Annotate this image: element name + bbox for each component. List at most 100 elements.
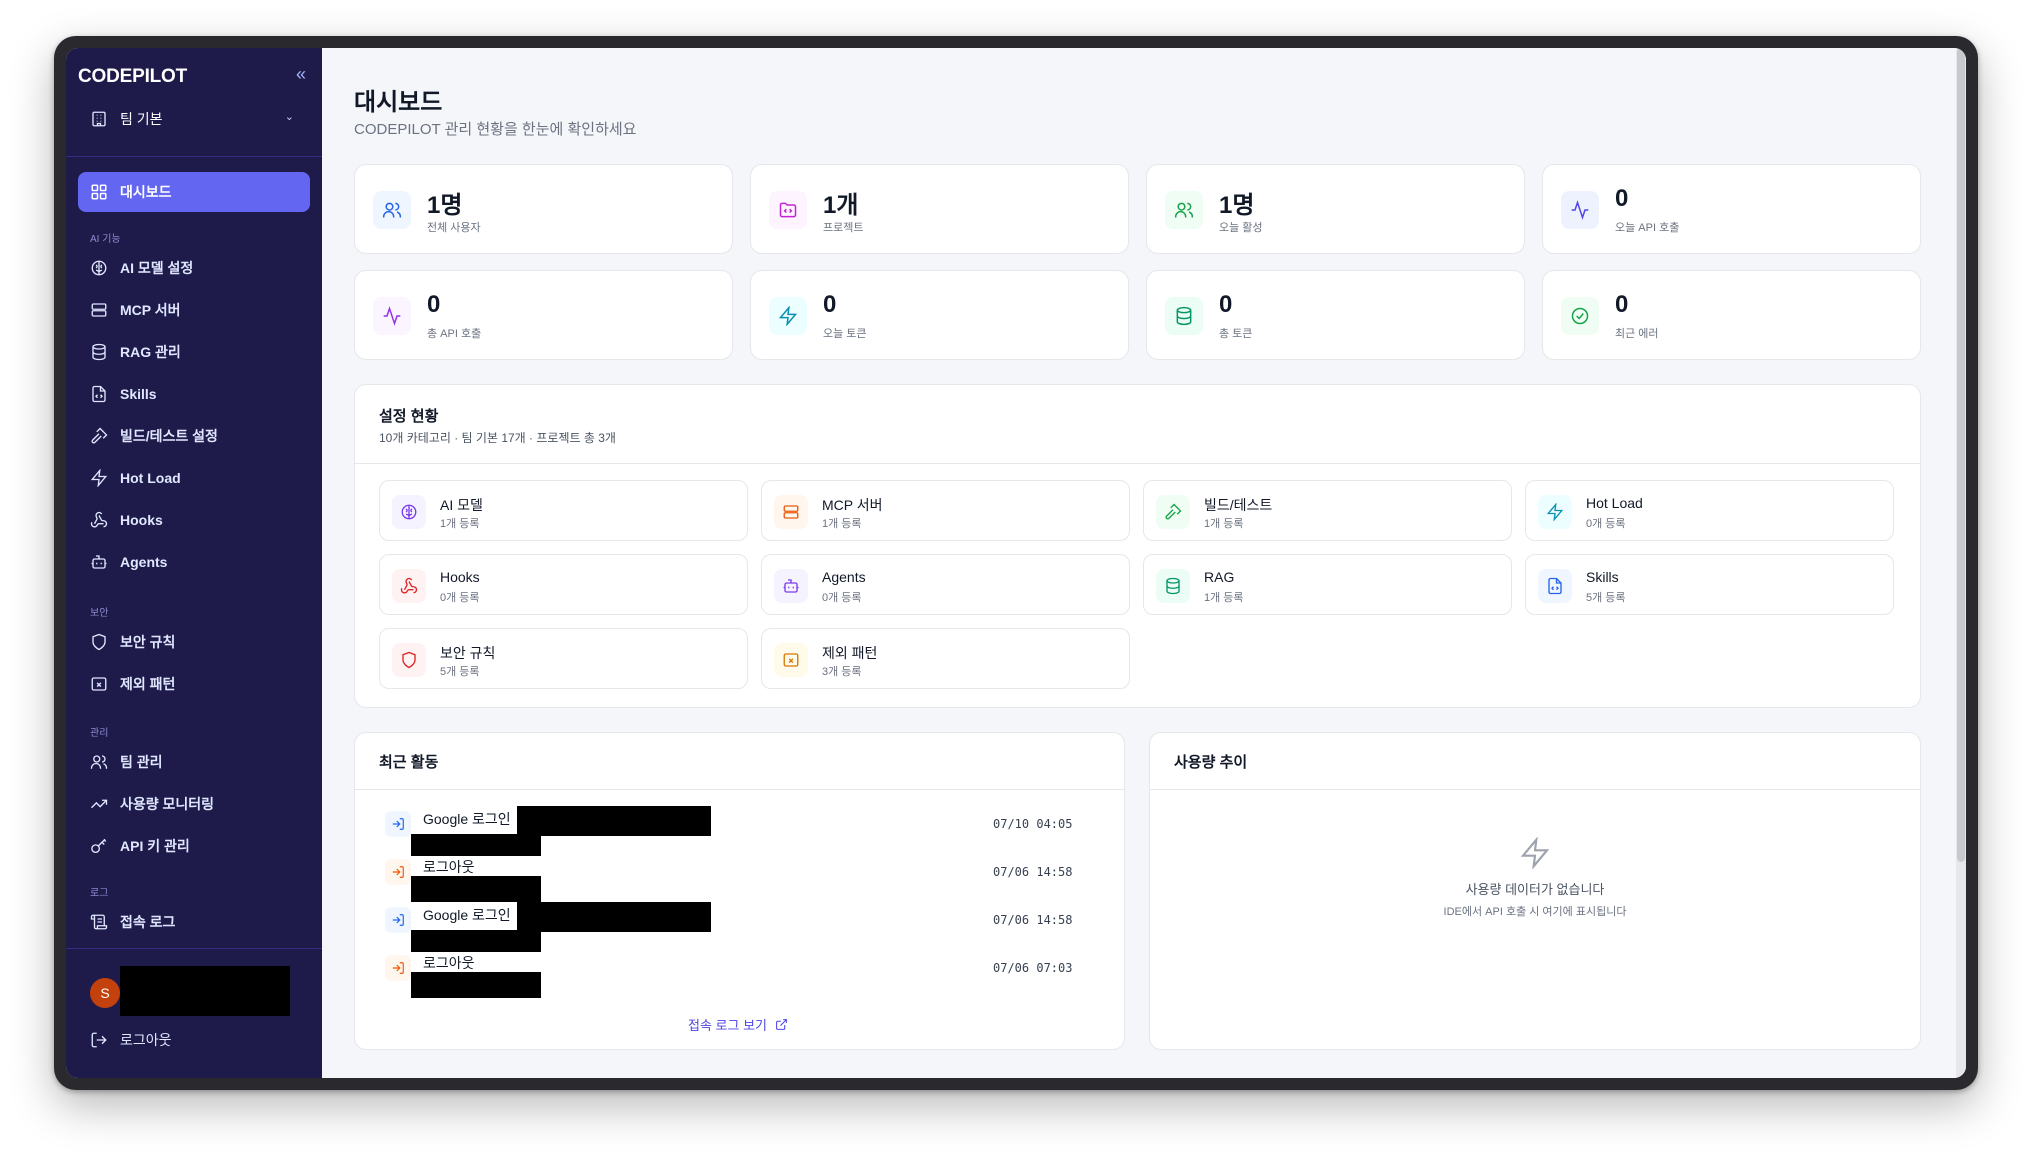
settings-item-agents[interactable]: Agents 0개 등록 — [761, 554, 1130, 615]
sidebar-item-exclude-patterns[interactable]: 제외 패턴 — [78, 664, 310, 704]
sidebar-item-label: Agents — [120, 554, 168, 570]
settings-item-count: 3개 등록 — [822, 666, 862, 678]
sidebar-item-skills[interactable]: Skills — [78, 374, 310, 414]
activity-text: Google 로그인 — [423, 811, 511, 827]
sidebar-item-label: Hot Load — [120, 470, 181, 486]
users-icon — [90, 755, 108, 769]
scrollbar-thumb[interactable] — [1957, 48, 1965, 862]
sidebar-item-api-keys[interactable]: API 키 관리 — [78, 826, 310, 866]
settings-item-skills[interactable]: Skills 5개 등록 — [1525, 554, 1894, 615]
sidebar-item-hooks[interactable]: Hooks — [78, 500, 310, 540]
sidebar-item-label: MCP 서버 — [120, 302, 181, 318]
panel-title: 설정 현황 — [379, 408, 439, 425]
zap-icon — [1150, 836, 1920, 874]
main-content: 대시보드 CODEPILOT 관리 현황을 한눈에 확인하세요 1명 전체 사용… — [322, 48, 1966, 1078]
sidebar-item-mcp-server[interactable]: MCP 서버 — [78, 290, 310, 330]
activity-text: 로그아웃 — [423, 955, 475, 971]
sidebar-item-hot-load[interactable]: Hot Load — [78, 458, 310, 498]
settings-item-name: Hooks — [440, 569, 480, 585]
sidebar-item-label: 접속 로그 — [120, 914, 176, 930]
settings-item-ai-model[interactable]: AI 모델 1개 등록 — [379, 480, 748, 541]
redacted-user-name — [120, 966, 290, 1016]
layout-grid-icon — [91, 184, 107, 200]
settings-item-exclude-patterns[interactable]: 제외 패턴 3개 등록 — [761, 628, 1130, 689]
settings-overview-panel: 설정 현황 10개 카테고리 · 팀 기본 17개 · 프로젝트 총 3개 AI… — [354, 384, 1921, 708]
database-icon — [92, 343, 106, 361]
sidebar-item-team[interactable]: 팀 관리 — [78, 742, 310, 782]
settings-item-name: RAG — [1204, 569, 1235, 585]
settings-item-hooks[interactable]: Hooks 0개 등록 — [379, 554, 748, 615]
sidebar-item-label: 팀 관리 — [120, 754, 163, 770]
settings-item-hot-load[interactable]: Hot Load 0개 등록 — [1525, 480, 1894, 541]
sidebar-item-build-test[interactable]: 빌드/테스트 설정 — [78, 416, 310, 456]
team-selector[interactable]: 팀 기본 ⌄ — [78, 104, 306, 134]
stat-value: 1개 — [823, 192, 859, 219]
stat-value: 0 — [427, 291, 441, 318]
redacted-detail — [411, 972, 541, 998]
webhook-icon — [392, 569, 426, 603]
settings-item-count: 0개 등록 — [1586, 518, 1626, 530]
settings-item-count: 0개 등록 — [440, 592, 480, 604]
settings-item-security-rules[interactable]: 보안 규칙 5개 등록 — [379, 628, 748, 689]
trending-up-icon — [91, 799, 108, 809]
user-profile[interactable]: S — [90, 978, 120, 1008]
server-icon — [774, 495, 808, 529]
sidebar-item-usage-monitoring[interactable]: 사용량 모니터링 — [78, 784, 310, 824]
activity-time: 07/10 04:05 — [993, 817, 1073, 831]
log-in-icon — [385, 907, 411, 933]
stat-value: 1명 — [1219, 192, 1255, 219]
building-icon — [92, 111, 106, 127]
settings-item-count: 5개 등록 — [1586, 592, 1626, 604]
logout-button[interactable]: 로그아웃 — [90, 1030, 172, 1050]
log-out-icon — [385, 955, 411, 981]
sidebar-item-label: RAG 관리 — [120, 344, 181, 360]
server-icon — [91, 303, 107, 317]
users-icon — [1165, 191, 1203, 229]
panel-divider — [355, 463, 1920, 464]
file-code-icon — [92, 385, 106, 403]
sidebar-item-dashboard[interactable]: 대시보드 — [78, 172, 310, 212]
brand-logo: CODEPILOT — [78, 66, 188, 87]
sidebar-item-access-log[interactable]: 접속 로그 — [78, 902, 310, 942]
settings-item-mcp-server[interactable]: MCP 서버 1개 등록 — [761, 480, 1130, 541]
section-label-log: 로그 — [90, 888, 109, 899]
panel-subtitle: 10개 카테고리 · 팀 기본 17개 · 프로젝트 총 3개 — [379, 431, 616, 445]
collapse-sidebar-icon[interactable]: « — [296, 64, 306, 85]
settings-item-name: Agents — [822, 569, 866, 585]
file-code-icon — [1538, 569, 1572, 603]
stat-value: 0 — [1615, 291, 1629, 318]
sidebar-item-agents[interactable]: Agents — [78, 542, 310, 582]
usage-trend-panel: 사용량 추이 사용량 데이터가 없습니다 IDE에서 API 호출 시 여기에 … — [1149, 732, 1921, 1050]
scrollbar[interactable] — [1956, 48, 1966, 1078]
sidebar-divider — [66, 156, 322, 157]
sidebar-item-rag[interactable]: RAG 관리 — [78, 332, 310, 372]
settings-item-count: 1개 등록 — [1204, 592, 1244, 604]
check-circle-icon — [1561, 297, 1599, 335]
folder-x-icon — [774, 643, 808, 677]
sidebar-item-label: 보안 규칙 — [120, 634, 176, 650]
page-subtitle: CODEPILOT 관리 현황을 한눈에 확인하세요 — [354, 121, 637, 138]
sidebar-item-security-rules[interactable]: 보안 규칙 — [78, 622, 310, 662]
chevron-down-icon: ⌄ — [284, 111, 294, 123]
log-in-icon — [385, 811, 411, 837]
sidebar-item-label: API 키 관리 — [120, 838, 190, 854]
empty-state-title: 사용량 데이터가 없습니다 — [1465, 882, 1605, 897]
sidebar: CODEPILOT « 팀 기본 ⌄ 대시보드 AI 기능 AI 모델 설정 M… — [66, 48, 322, 1078]
settings-item-count: 0개 등록 — [822, 592, 862, 604]
settings-item-rag[interactable]: RAG 1개 등록 — [1143, 554, 1512, 615]
folder-x-icon — [91, 677, 107, 691]
activity-icon — [1561, 191, 1599, 229]
key-icon — [91, 838, 107, 854]
view-access-log-link[interactable]: 접속 로그 보기 — [688, 1015, 788, 1034]
panel-divider — [355, 789, 1124, 790]
settings-item-build-test[interactable]: 빌드/테스트 1개 등록 — [1143, 480, 1512, 541]
zap-icon — [1538, 495, 1572, 529]
redacted-email — [517, 902, 711, 932]
sidebar-item-ai-model[interactable]: AI 모델 설정 — [78, 248, 310, 288]
zap-icon — [769, 297, 807, 335]
activity-time: 07/06 07:03 — [993, 961, 1073, 975]
link-label: 접속 로그 보기 — [688, 1018, 767, 1033]
zap-icon — [90, 469, 108, 487]
section-label-security: 보안 — [90, 608, 109, 619]
section-label-ai: AI 기능 — [90, 234, 121, 245]
